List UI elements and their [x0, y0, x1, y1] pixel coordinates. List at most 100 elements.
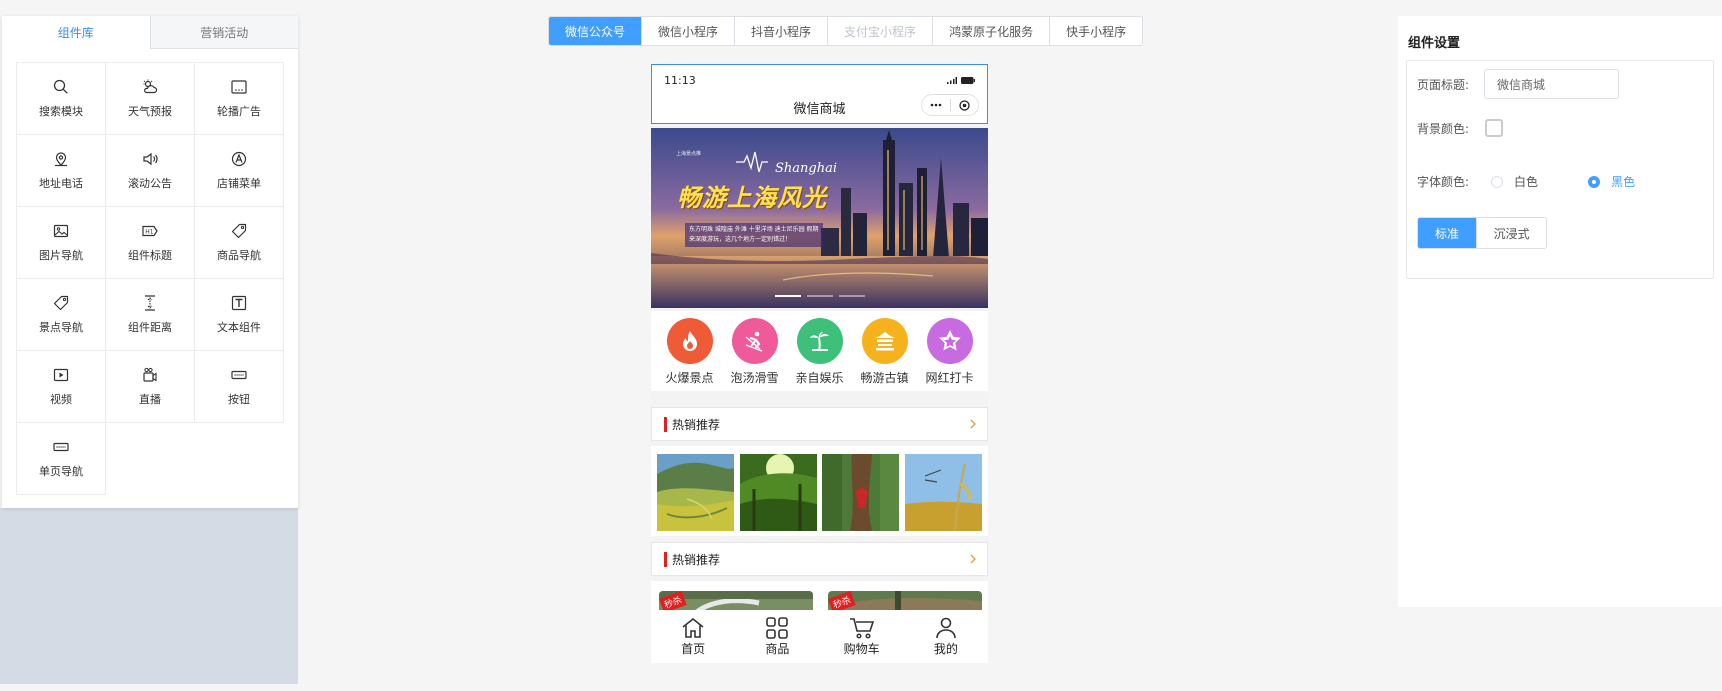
component-label: 天气预报	[128, 105, 172, 118]
component-label: 组件标题	[128, 249, 172, 262]
component-search[interactable]: 搜索模块	[17, 63, 106, 135]
tabbar-cart[interactable]: 购物车	[820, 610, 904, 663]
mode-standard-button[interactable]: 标准	[1418, 218, 1476, 248]
tabbar-label: 商品	[765, 642, 790, 656]
component-product-nav[interactable]: 商品导航	[195, 207, 284, 279]
flame-icon	[666, 318, 713, 364]
platform-tab-douyin-mini[interactable]: 抖音小程序	[734, 17, 827, 45]
component-store-menu[interactable]: 店铺菜单	[195, 135, 284, 207]
component-settings-panel: 组件设置 页面标题: 背景颜色: 字体颜色: 白色 黑色 标准 沉浸式	[1398, 16, 1722, 607]
component-heading[interactable]: H1 组件标题	[106, 207, 195, 279]
component-single-page-nav[interactable]: 单页导航	[17, 423, 106, 495]
page-title-input[interactable]	[1484, 69, 1620, 99]
category-hot-spots[interactable]: 火爆景点	[659, 311, 721, 391]
section-title: 热销推荐	[672, 417, 721, 432]
component-scroll-notice[interactable]: 滚动公告	[106, 135, 195, 207]
section-header-hot-2[interactable]: 热销推荐	[651, 542, 988, 576]
speaker-icon	[141, 150, 159, 168]
banner-small-text: 上海景点推	[676, 151, 702, 157]
component-weather[interactable]: 天气预报	[106, 63, 195, 135]
section-accent-bar	[664, 551, 667, 567]
component-label: 图片导航	[39, 249, 83, 262]
tabbar-home[interactable]: 首页	[651, 610, 735, 663]
bg-color-picker[interactable]	[1485, 119, 1504, 137]
gallery-image[interactable]	[657, 454, 734, 531]
radio-dot	[1491, 175, 1504, 188]
component-label: 地址电话	[39, 177, 83, 190]
category-hotspring-ski[interactable]: 泡汤滑雪	[724, 311, 786, 391]
carousel-dot[interactable]	[807, 295, 833, 297]
component-address-phone[interactable]: 地址电话	[17, 135, 106, 207]
component-library-panel: 组件库 营销活动 搜索模块 天气预报 轮播广告 地址电话 滚动公告 店铺菜单 图…	[2, 16, 298, 508]
banner-carousel[interactable]: 上海景点推 Shanghai 畅游上海风光 东方明珠 城隍庙 外滩 十里洋场 迪…	[651, 128, 988, 308]
location-icon	[52, 150, 70, 168]
gallery-image[interactable]	[904, 454, 982, 531]
skier-icon	[731, 318, 778, 364]
close-target-icon[interactable]	[951, 99, 979, 111]
component-carousel[interactable]: 轮播广告	[195, 63, 284, 135]
component-live[interactable]: 直播	[106, 351, 195, 423]
signal-icon	[947, 77, 957, 84]
battery-icon	[961, 77, 975, 84]
cart-icon	[849, 618, 874, 639]
component-button[interactable]: 按钮	[195, 351, 284, 423]
category-family-fun[interactable]: 亲自娱乐	[789, 311, 851, 391]
status-indicators	[947, 77, 975, 84]
component-image-nav[interactable]: 图片导航	[17, 207, 106, 279]
grid-icon	[766, 617, 789, 639]
platform-tab-kuaishou-mini[interactable]: 快手小程序	[1049, 17, 1142, 45]
phone-preview: 11:13 微信商城 上海景点推 Shanghai 畅游上海风光 东方明珠 城隍…	[651, 64, 988, 663]
tab-marketing[interactable]: 营销活动	[149, 16, 298, 49]
tabbar-label: 购物车	[843, 642, 880, 656]
phone-header[interactable]: 11:13 微信商城	[651, 64, 988, 124]
tabbar-profile[interactable]: 我的	[904, 610, 988, 663]
font-color-white-radio[interactable]: 白色	[1491, 173, 1538, 190]
platform-tab-alipay-mini[interactable]: 支付宝小程序	[827, 17, 932, 45]
page-title-row: 页面标题:	[1417, 69, 1620, 99]
category-label: 网红打卡	[925, 371, 974, 385]
library-tabs: 组件库 营销活动	[2, 16, 298, 49]
component-label: 按钮	[228, 393, 250, 406]
carousel-icon	[230, 78, 248, 96]
section-header-hot[interactable]: 热销推荐	[651, 407, 988, 441]
more-icon[interactable]	[922, 103, 950, 107]
category-influencer-checkin[interactable]: 网红打卡	[919, 311, 981, 391]
platform-tab-harmony[interactable]: 鸿蒙原子化服务	[932, 17, 1049, 45]
component-label: 店铺菜单	[217, 177, 261, 190]
mode-immersive-button[interactable]: 沉浸式	[1476, 218, 1546, 248]
component-text[interactable]: 文本组件	[195, 279, 284, 351]
banner-image	[651, 128, 988, 308]
weather-icon	[141, 78, 159, 96]
tabbar-products[interactable]: 商品	[735, 610, 819, 663]
capsule-menu[interactable]	[921, 94, 979, 116]
platform-tab-wechat-mini[interactable]: 微信小程序	[641, 17, 734, 45]
component-spacing[interactable]: 组件距离	[106, 279, 195, 351]
platform-tab-wechat-official[interactable]: 微信公众号	[549, 17, 642, 45]
image-icon	[52, 222, 70, 240]
component-label: 直播	[139, 393, 161, 406]
radio-dot	[1588, 175, 1601, 188]
palm-tree-icon	[796, 318, 843, 364]
component-label: 组件距离	[128, 321, 172, 334]
component-grid: 搜索模块 天气预报 轮播广告 地址电话 滚动公告 店铺菜单 图片导航 H1 组件	[16, 62, 284, 495]
carousel-dot[interactable]	[775, 295, 801, 297]
tab-component-library[interactable]: 组件库	[2, 16, 150, 49]
component-label: 滚动公告	[128, 177, 172, 190]
header-mode-toggle: 标准 沉浸式	[1417, 217, 1547, 249]
bottom-tab-bar: 首页 商品 购物车 我的	[651, 610, 988, 663]
tag-icon	[52, 294, 70, 312]
category-ancient-town[interactable]: 畅游古镇	[854, 311, 916, 391]
component-video[interactable]: 视频	[17, 351, 106, 423]
status-time: 11:13	[664, 74, 696, 87]
component-scenic-nav[interactable]: 景点导航	[17, 279, 106, 351]
gallery-image[interactable]	[822, 454, 900, 531]
gallery-image[interactable]	[739, 454, 817, 531]
pavilion-icon	[861, 318, 908, 364]
left-panel-backdrop	[0, 508, 298, 684]
carousel-indicators	[775, 295, 865, 297]
chevron-right-icon	[970, 419, 976, 429]
component-label: 视频	[50, 393, 72, 406]
carousel-dot[interactable]	[839, 295, 865, 297]
tabbar-label: 我的	[933, 642, 958, 656]
font-color-black-radio[interactable]: 黑色	[1588, 173, 1635, 190]
